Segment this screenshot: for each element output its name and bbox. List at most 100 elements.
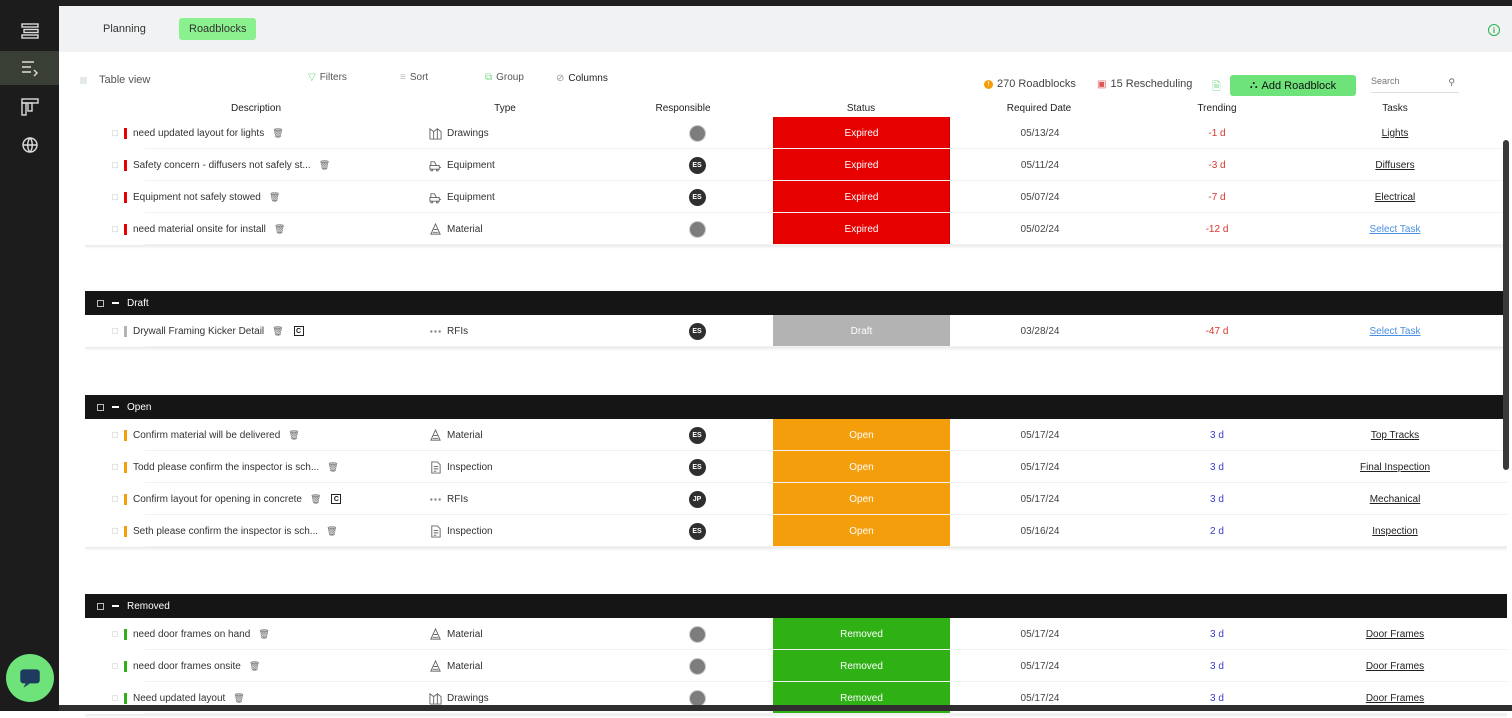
table-row[interactable]: Equipment not safely stowed 🗑 Equipment ES E… [85, 181, 1507, 213]
type-cell[interactable]: Drawings [429, 117, 629, 149]
group-header[interactable]: Open [85, 395, 1507, 419]
required-date[interactable]: 03/28/24 [985, 315, 1095, 347]
status-badge[interactable]: Expired [773, 117, 950, 149]
table-row[interactable]: need material onsite for install 🗑 Materia… [85, 213, 1507, 245]
group-select-checkbox[interactable] [97, 299, 104, 307]
required-date[interactable]: 05/02/24 [985, 213, 1095, 245]
responsible-cell[interactable] [673, 213, 721, 245]
required-date[interactable]: 05/11/24 [985, 149, 1095, 181]
table-row[interactable]: need door frames on hand 🗑 Material Removed… [85, 618, 1507, 650]
row-checkbox[interactable] [112, 695, 118, 701]
chat-icon[interactable] [6, 654, 54, 702]
description-text[interactable]: Seth please confirm the inspector is sch… [133, 526, 318, 537]
responsible-cell[interactable]: ES [673, 419, 721, 451]
responsible-cell[interactable] [673, 117, 721, 149]
task-link[interactable]: Final Inspection [1345, 451, 1445, 483]
rescheduling-count[interactable]: ▣ 15 Rescheduling [1097, 78, 1192, 90]
col-header-type[interactable]: Type [455, 103, 555, 114]
search-field[interactable]: ⚲ [1371, 76, 1459, 93]
required-date[interactable]: 05/17/24 [985, 419, 1095, 451]
status-badge[interactable]: Open [773, 419, 950, 451]
col-header-trending[interactable]: Trending [1167, 103, 1267, 114]
table-row[interactable]: Confirm material will be delivered 🗑 Mater… [85, 419, 1507, 451]
table-row[interactable]: Safety concern - diffusers not safely st… [85, 149, 1507, 181]
collapse-icon[interactable] [112, 406, 119, 408]
horizontal-scrollbar[interactable] [59, 705, 1512, 711]
collapse-icon[interactable] [112, 605, 119, 607]
c-logo-icon[interactable]: C [293, 326, 304, 336]
status-badge[interactable]: Draft [773, 315, 950, 347]
trash-icon[interactable]: 🗑 [288, 430, 299, 441]
search-input[interactable] [1371, 76, 1441, 86]
task-link[interactable]: Door Frames [1345, 618, 1445, 650]
required-date[interactable]: 05/07/24 [985, 181, 1095, 213]
info-icon[interactable]: i [1488, 24, 1500, 36]
row-checkbox[interactable] [112, 226, 118, 232]
group-header[interactable]: Draft [85, 291, 1507, 315]
table-row[interactable]: Drywall Framing Kicker Detail 🗑 C RFIs ES Dra… [85, 315, 1507, 347]
search-icon[interactable]: ⚲ [1448, 77, 1455, 88]
trash-icon[interactable]: 🗑 [258, 629, 269, 640]
description-text[interactable]: need updated layout for lights [133, 128, 264, 139]
description-text[interactable]: Todd please confirm the inspector is sch… [133, 462, 319, 473]
table-row[interactable]: Todd please confirm the inspector is sch… [85, 451, 1507, 483]
responsible-cell[interactable]: ES [673, 515, 721, 547]
table-row[interactable]: Confirm layout for opening in concrete 🗑 C… [85, 483, 1507, 515]
responsible-cell[interactable]: ES [673, 149, 721, 181]
responsible-cell[interactable] [673, 650, 721, 682]
required-date[interactable]: 05/17/24 [985, 483, 1095, 515]
task-link[interactable]: Inspection [1345, 515, 1445, 547]
description-text[interactable]: need door frames onsite [133, 661, 241, 672]
export-icon[interactable]: 🗎 [1212, 78, 1221, 97]
c-logo-icon[interactable]: C [331, 494, 342, 504]
add-roadblock-button[interactable]: ⛬ Add Roadblock [1230, 75, 1356, 96]
group-header[interactable]: Removed [85, 594, 1507, 618]
task-link[interactable]: Lights [1345, 117, 1445, 149]
status-badge[interactable]: Open [773, 451, 950, 483]
trash-icon[interactable]: 🗑 [319, 160, 330, 171]
type-cell[interactable]: Material [429, 419, 629, 451]
status-badge[interactable]: Expired [773, 213, 950, 245]
status-badge[interactable]: Open [773, 483, 950, 515]
task-link[interactable]: Select Task [1345, 213, 1445, 245]
trash-icon[interactable]: 🗑 [272, 326, 283, 337]
col-header-status[interactable]: Status [811, 103, 911, 114]
sort-button[interactable]: ≡ Sort [400, 72, 428, 83]
trash-icon[interactable]: 🗑 [327, 462, 338, 473]
table-row[interactable]: Seth please confirm the inspector is sch… [85, 515, 1507, 547]
trash-icon[interactable]: 🗑 [269, 192, 280, 203]
status-badge[interactable]: Expired [773, 181, 950, 213]
collapse-icon[interactable] [112, 302, 119, 304]
description-text[interactable]: Equipment not safely stowed [133, 192, 261, 203]
tab-planning[interactable]: Planning [93, 18, 156, 40]
row-checkbox[interactable] [112, 464, 118, 470]
table-row[interactable]: need door frames onsite 🗑 Material Removed 0… [85, 650, 1507, 682]
required-date[interactable]: 05/17/24 [985, 650, 1095, 682]
col-header-description[interactable]: Description [206, 103, 306, 114]
col-header-required-date[interactable]: Required Date [989, 103, 1089, 114]
description-text[interactable]: need door frames on hand [133, 629, 250, 640]
type-cell[interactable]: Inspection [429, 451, 629, 483]
required-date[interactable]: 05/16/24 [985, 515, 1095, 547]
task-link[interactable]: Mechanical [1345, 483, 1445, 515]
responsible-cell[interactable] [673, 618, 721, 650]
table-view-toggle[interactable]: Table view [80, 74, 150, 86]
type-cell[interactable]: Equipment [429, 149, 629, 181]
task-link[interactable]: Select Task [1345, 315, 1445, 347]
row-checkbox[interactable] [112, 432, 118, 438]
responsible-cell[interactable]: ES [673, 315, 721, 347]
columns-button[interactable]: ⊘ Columns [556, 73, 608, 84]
row-checkbox[interactable] [112, 328, 118, 334]
description-text[interactable]: Need updated layout [133, 693, 225, 704]
type-cell[interactable]: Material [429, 618, 629, 650]
group-button[interactable]: ⧉ Group [485, 72, 524, 83]
task-link[interactable]: Door Frames [1345, 650, 1445, 682]
type-cell[interactable]: RFIs [429, 483, 629, 515]
type-cell[interactable]: Material [429, 213, 629, 245]
responsible-cell[interactable]: JP [673, 483, 721, 515]
table-row[interactable]: need updated layout for lights 🗑 Drawings E… [85, 117, 1507, 149]
required-date[interactable]: 05/17/24 [985, 618, 1095, 650]
tab-roadblocks[interactable]: Roadblocks [179, 18, 257, 40]
task-link[interactable]: Diffusers [1345, 149, 1445, 181]
trash-icon[interactable]: 🗑 [249, 661, 260, 672]
